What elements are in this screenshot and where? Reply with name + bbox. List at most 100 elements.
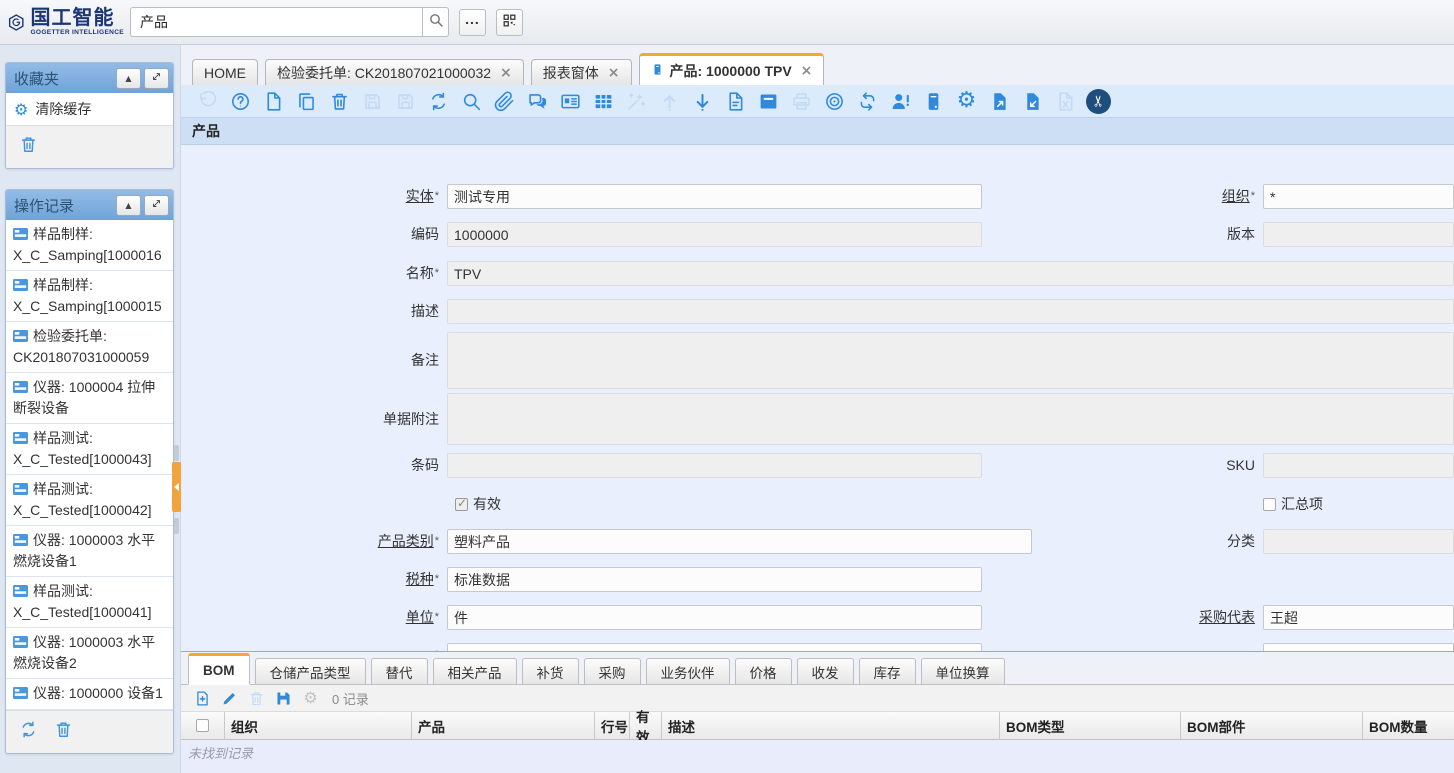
buyer-input[interactable] [1263,605,1454,630]
unit-label[interactable]: 单位 [181,605,447,630]
toolbar-search-button[interactable] [455,87,488,115]
column-header[interactable]: BOM部件 [1181,712,1363,739]
column-header[interactable]: 行号 [595,712,630,739]
record-item[interactable]: 仪器: 1000003 水平燃烧设备1 [6,526,173,577]
bottom-tab[interactable]: 价格 [735,658,792,684]
toolbar-person-alert-button[interactable] [884,87,917,115]
top-tab[interactable]: 检验委托单: CK201807021000032× [265,59,524,85]
classification-input[interactable] [1263,529,1454,554]
collapse-button[interactable]: ▲ [116,68,141,89]
record-item[interactable]: 仪器: 1000004 拉伸断裂设备 [6,373,173,424]
org-input[interactable] [1263,184,1454,209]
expand-button[interactable] [144,195,169,216]
toolbar-card-view-button[interactable] [554,87,587,115]
summary-checkbox[interactable] [1263,498,1276,511]
toolbar-grid-view-button[interactable] [587,87,620,115]
splitter-grip-top[interactable] [174,445,179,461]
collapse-button[interactable]: ▲ [116,195,141,216]
description-input[interactable] [447,299,1454,324]
bottom-tab[interactable]: 相关产品 [433,658,517,684]
toolbar-workflow-button[interactable] [851,87,884,115]
barcode-input[interactable] [447,453,982,478]
column-header[interactable]: 组织 [225,712,412,739]
toolbar-help-button[interactable] [224,87,257,115]
toolbar-copy-button[interactable] [290,87,323,115]
buyer-label[interactable]: 采购代表 [982,605,1263,630]
record-item[interactable]: 样品测试: X_C_Tested[1000041] [6,577,173,628]
search-button[interactable] [422,7,449,37]
column-header[interactable]: 产品 [412,712,595,739]
bottom-tab[interactable]: 收发 [797,658,854,684]
grid-add-record-button[interactable] [189,687,216,710]
code-input[interactable] [447,222,982,247]
grid-save-button[interactable] [270,687,297,710]
toolbar-settings-button[interactable]: ⚙ [950,87,983,115]
clipped-field-input[interactable] [1263,643,1454,651]
clear-cache-item[interactable]: ⚙ 清除缓存 [6,93,173,125]
bottom-tab[interactable]: 库存 [859,658,916,684]
sidebar-collapse-handle[interactable] [172,462,181,512]
entity-label[interactable]: 实体 [181,184,447,209]
top-tab[interactable]: 产品: 1000000 TPV× [639,53,825,85]
record-item[interactable]: 仪器: 1000003 水平燃烧设备2 [6,628,173,679]
bottom-tab[interactable]: 单位换算 [921,658,1005,684]
splitter-grip-bottom[interactable] [174,518,179,534]
tax-label[interactable]: 税种 [181,567,447,592]
column-header[interactable]: BOM类型 [1000,712,1181,739]
record-item[interactable]: 样品制样: X_C_Samping[1000016 [6,220,173,271]
qr-button[interactable] [496,9,523,36]
column-header[interactable]: 有效 [630,712,662,739]
bottom-tab[interactable]: 替代 [371,658,428,684]
toolbar-scissors-button[interactable]: ✂ [1082,87,1115,115]
bottom-tab[interactable]: 采购 [584,658,641,684]
category-input[interactable] [447,529,1032,554]
remark-input[interactable] [447,332,1454,389]
top-tab[interactable]: HOME [192,59,258,85]
entity-input[interactable] [447,184,982,209]
toolbar-archive-button[interactable] [752,87,785,115]
toolbar-device-button[interactable] [917,87,950,115]
column-header[interactable]: BOM数量 [1363,712,1454,739]
bottom-tab[interactable]: BOM [188,653,250,685]
more-button[interactable]: ... [459,9,486,36]
tax-input[interactable] [447,567,982,592]
record-item[interactable]: 样品制样: X_C_Samping[1000015 [6,271,173,322]
select-all-checkbox[interactable] [196,719,209,732]
toolbar-chat-button[interactable] [521,87,554,115]
toolbar-attachment-button[interactable] [488,87,521,115]
top-tab[interactable]: 报表窗体× [531,59,632,85]
refresh-records-button[interactable] [19,720,38,744]
name-input[interactable] [447,261,1454,286]
toolbar-refresh-button[interactable] [422,87,455,115]
toolbar-import-document-button[interactable] [1016,87,1049,115]
clipped-field-input[interactable] [447,643,982,651]
toolbar-move-down-button[interactable] [686,87,719,115]
valid-checkbox[interactable] [455,498,468,511]
global-search-input[interactable] [130,7,422,37]
bottom-tab[interactable]: 业务伙伴 [646,658,730,684]
doc-note-input[interactable] [447,393,1454,445]
org-label[interactable]: 组织 [982,184,1263,209]
grid-edit-button[interactable] [216,687,243,710]
delete-records-button[interactable] [54,720,73,744]
close-icon[interactable]: × [500,65,512,81]
toolbar-delete-button[interactable] [323,87,356,115]
category-label[interactable]: 产品类别 [181,529,447,554]
unit-input[interactable] [447,605,982,630]
record-item[interactable]: 样品测试: X_C_Tested[1000043] [6,424,173,475]
record-item[interactable]: 仪器: 1000000 设备1 [6,679,173,710]
column-header[interactable]: 描述 [662,712,1000,739]
record-item[interactable]: 样品测试: X_C_Tested[1000042] [6,475,173,526]
toolbar-target-button[interactable] [818,87,851,115]
bottom-tab[interactable]: 补货 [522,658,579,684]
bottom-tab[interactable]: 仓储产品类型 [255,658,366,684]
toolbar-pdf-button[interactable] [719,87,752,115]
toolbar-export-document-button[interactable] [983,87,1016,115]
record-item[interactable]: 检验委托单: CK201807031000059 [6,322,173,373]
close-icon[interactable]: × [801,63,813,79]
sku-input[interactable] [1263,453,1454,478]
close-icon[interactable]: × [608,65,620,81]
toolbar-new-document-button[interactable] [257,87,290,115]
expand-button[interactable] [144,68,169,89]
version-input[interactable] [1263,222,1454,247]
